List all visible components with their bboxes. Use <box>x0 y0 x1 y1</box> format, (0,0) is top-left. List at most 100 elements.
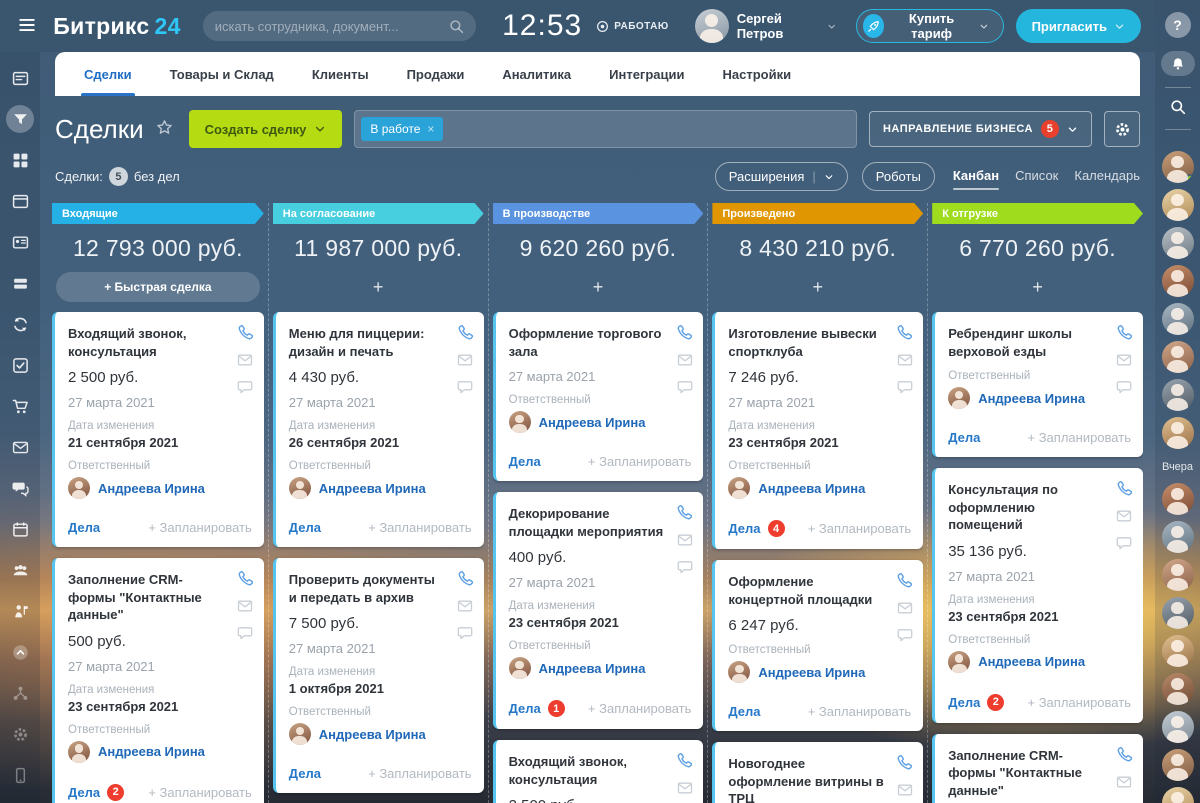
deal-card[interactable]: Заполнение CRM-формы "Контактные данные"… <box>932 734 1143 803</box>
deal-card[interactable]: Изготовление вывески спортклуба7 246 руб… <box>712 312 923 549</box>
deal-card[interactable]: Заполнение CRM-формы "Контактные данные"… <box>52 558 264 803</box>
settings-gear-button[interactable] <box>1104 111 1140 147</box>
responsible-link[interactable]: Андреева Ирина <box>978 654 1085 669</box>
responsible-link[interactable]: Андреева Ирина <box>539 415 646 430</box>
envelope-icon[interactable] <box>897 782 913 798</box>
sidebar-item-sites-window[interactable] <box>6 187 34 215</box>
phone-icon[interactable] <box>676 752 693 769</box>
schedule-link[interactable]: + Запланировать <box>808 521 911 536</box>
envelope-icon[interactable] <box>1116 352 1132 368</box>
schedule-link[interactable]: + Запланировать <box>588 454 691 469</box>
phone-icon[interactable] <box>1116 746 1133 763</box>
contact-avatar[interactable] <box>1162 417 1194 449</box>
deal-card[interactable]: Входящий звонок, консультация2 500 руб.2… <box>52 312 264 547</box>
chat-icon[interactable] <box>457 625 473 641</box>
user-menu[interactable]: Сергей Петров <box>695 9 836 43</box>
envelope-icon[interactable] <box>237 352 253 368</box>
contact-avatar[interactable] <box>1162 635 1194 667</box>
sidebar-item-crm-funnel[interactable] <box>6 105 34 133</box>
contact-avatar[interactable] <box>1162 787 1194 803</box>
add-deal-button[interactable]: + <box>568 277 628 298</box>
envelope-icon[interactable] <box>1116 508 1132 524</box>
envelope-icon[interactable] <box>677 780 693 796</box>
phone-icon[interactable] <box>237 570 254 587</box>
tab-Продажи[interactable]: Продажи <box>388 52 484 96</box>
deal-title[interactable]: Оформление концертной площадки <box>728 573 911 608</box>
tab-Интеграции[interactable]: Интеграции <box>590 52 703 96</box>
deal-card[interactable]: Проверить документы и передать в архив7 … <box>273 558 484 793</box>
add-deal-button[interactable]: + <box>788 277 848 298</box>
buy-tariff-button[interactable]: Купить тариф <box>856 9 1004 43</box>
contact-avatar[interactable] <box>1162 265 1194 297</box>
phone-icon[interactable] <box>676 324 693 341</box>
deal-title[interactable]: Заполнение CRM-формы "Контактные данные" <box>68 571 252 624</box>
sidebar-item-apps-grid[interactable] <box>6 146 34 174</box>
phone-icon[interactable] <box>457 324 474 341</box>
activities-link[interactable]: Дела <box>68 520 100 535</box>
contact-avatar[interactable] <box>1162 483 1194 515</box>
responsible-link[interactable]: Андреева Ирина <box>978 391 1085 406</box>
sidebar-item-contacts-card[interactable] <box>6 228 34 256</box>
envelope-icon[interactable] <box>897 600 913 616</box>
view-tab-Календарь[interactable]: Календарь <box>1074 164 1140 190</box>
responsible-link[interactable]: Андреева Ирина <box>98 744 205 759</box>
deal-title[interactable]: Ребрендинг школы верховой езды <box>948 325 1131 360</box>
sidebar-item-mail-envelope[interactable] <box>6 433 34 461</box>
responsible-link[interactable]: Андреева Ирина <box>758 481 865 496</box>
favorite-star-icon[interactable] <box>156 119 173 139</box>
deal-card[interactable]: Оформление торгового зала27 марта 2021От… <box>493 312 704 481</box>
chat-icon[interactable] <box>237 379 253 395</box>
tab-Сделки[interactable]: Сделки <box>65 52 151 96</box>
sidebar-search-button[interactable] <box>1170 99 1186 118</box>
phone-icon[interactable] <box>1116 324 1133 341</box>
chat-icon[interactable] <box>237 625 253 641</box>
responsible-link[interactable]: Андреева Ирина <box>758 665 865 680</box>
contact-avatar[interactable] <box>1162 559 1194 591</box>
schedule-link[interactable]: + Запланировать <box>368 520 471 535</box>
chat-icon[interactable] <box>457 379 473 395</box>
activities-link[interactable]: Дела <box>728 521 760 536</box>
envelope-icon[interactable] <box>897 352 913 368</box>
deal-title[interactable]: Входящий звонок, консультация <box>68 325 252 360</box>
envelope-icon[interactable] <box>677 532 693 548</box>
contact-avatar[interactable] <box>1162 151 1194 183</box>
chat-icon[interactable] <box>897 379 913 395</box>
tab-Клиенты[interactable]: Клиенты <box>293 52 388 96</box>
deal-title[interactable]: Консультация по оформлению помещений <box>948 481 1131 534</box>
chat-icon[interactable] <box>1116 535 1132 551</box>
deal-title[interactable]: Меню для пиццерии: дизайн и печать <box>289 325 472 360</box>
stage-header[interactable]: Произведено <box>712 203 923 224</box>
schedule-link[interactable]: + Запланировать <box>808 704 911 719</box>
deal-title[interactable]: Изготовление вывески спортклуба <box>728 325 911 360</box>
deal-card[interactable]: Декорирование площадки мероприятия400 ру… <box>493 492 704 729</box>
stage-header[interactable]: На согласование <box>273 203 484 224</box>
activities-link[interactable]: Дела <box>289 766 321 781</box>
deal-card[interactable]: Оформление концертной площадки6 247 руб.… <box>712 560 923 731</box>
activities-link[interactable]: Дела <box>509 454 541 469</box>
deal-title[interactable]: Заполнение CRM-формы "Контактные данные" <box>948 747 1131 800</box>
responsible-link[interactable]: Андреева Ирина <box>319 727 426 742</box>
responsible-link[interactable]: Андреева Ирина <box>319 481 426 496</box>
contact-avatar[interactable] <box>1162 341 1194 373</box>
sidebar-item-tasks-check[interactable] <box>6 351 34 379</box>
contact-avatar[interactable] <box>1162 749 1194 781</box>
sidebar-item-employees-group[interactable] <box>6 556 34 584</box>
schedule-link[interactable]: + Запланировать <box>1028 695 1131 710</box>
sidebar-item-mobile-device[interactable] <box>6 761 34 789</box>
create-deal-button[interactable]: Создать сделку <box>189 110 343 148</box>
view-tab-Список[interactable]: Список <box>1015 164 1058 190</box>
envelope-icon[interactable] <box>457 352 473 368</box>
extensions-button[interactable]: Расширения | <box>715 162 848 191</box>
phone-icon[interactable] <box>896 324 913 341</box>
tab-Настройки[interactable]: Настройки <box>704 52 811 96</box>
schedule-link[interactable]: + Запланировать <box>588 701 691 716</box>
sidebar-item-person-flag[interactable] <box>6 597 34 625</box>
schedule-link[interactable]: + Запланировать <box>1028 430 1131 445</box>
chat-icon[interactable] <box>897 627 913 643</box>
phone-icon[interactable] <box>237 324 254 341</box>
business-direction-button[interactable]: НАПРАВЛЕНИЕ БИЗНЕСА 5 <box>869 111 1092 147</box>
tab-Товары и Склад[interactable]: Товары и Склад <box>151 52 293 96</box>
quick-deal-button[interactable]: + Быстрая сделка <box>56 272 259 302</box>
schedule-link[interactable]: + Запланировать <box>368 766 471 781</box>
contact-avatar[interactable] <box>1162 379 1194 411</box>
